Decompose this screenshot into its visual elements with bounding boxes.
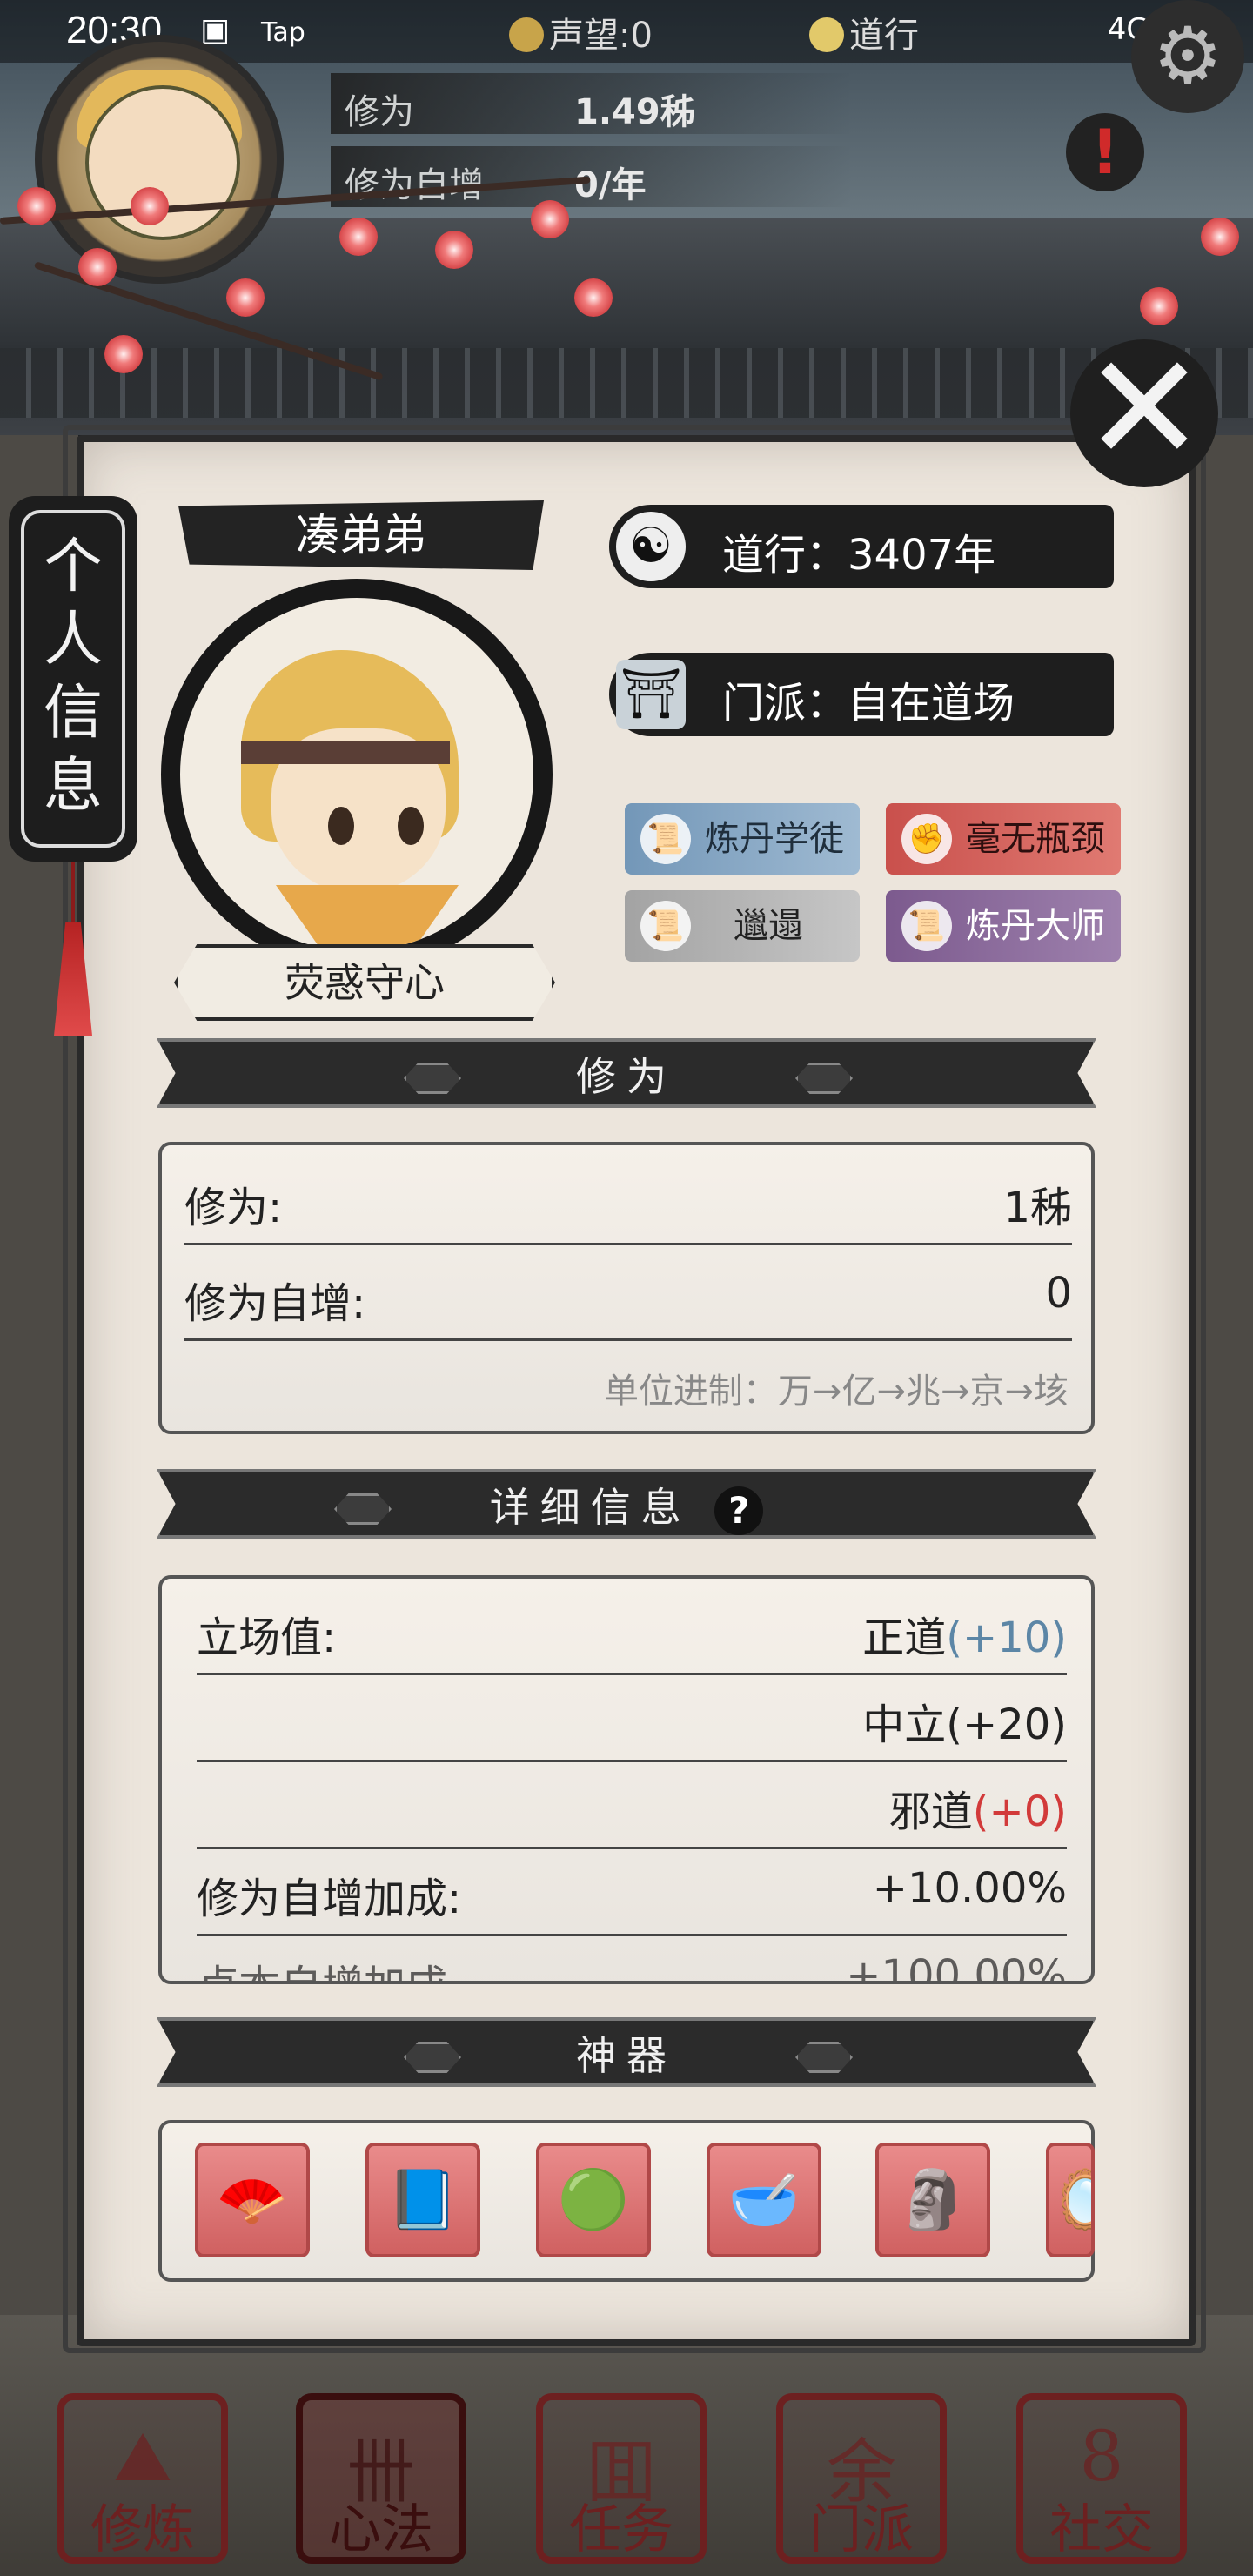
portrait-headband [241,741,450,764]
stance-row-evil: 邪道(+0) [197,1760,1067,1849]
cultivation-card: 修为: 1秭 修为自增: 0 单位进制：万→亿→兆→京→垓 [158,1142,1095,1434]
plum-blossom [226,278,265,317]
plum-blossom [17,187,56,225]
character-name: 凑弟弟 [178,500,544,570]
trait-tag[interactable]: 📜 邋遢 [625,890,860,962]
nav-tasks[interactable]: 囬 任务 [536,2393,707,2564]
stance-row-neutral: 中立(+20) [197,1673,1067,1762]
tap-icon: Tap [261,17,305,48]
mountain-icon: ⛰ [113,2416,172,2497]
stance-row-good: 立场值: 正道(+10) [197,1586,1067,1675]
ornament [795,1063,853,1094]
details-card[interactable]: 立场值: 正道(+10) 中立(+20) 邪道(+0) 修为自增加成: +10.… [158,1575,1095,1984]
portrait-eye [398,807,424,845]
mirror-icon[interactable]: 🟢 [536,2143,651,2257]
yin-yang-icon [809,17,844,52]
plum-blossom [531,200,569,238]
scroll-icon: 📜 [640,901,691,951]
nav-social[interactable]: 8 社交 [1016,2393,1187,2564]
tassel-cord [71,862,75,922]
character-portrait[interactable] [161,579,553,970]
coin-icon [509,17,544,52]
ornament [334,1493,392,1525]
hud-dao: 道行 [809,7,919,57]
scroll-icon: 📜 [640,814,691,864]
section-header-cultivation: 修为 [157,1038,1096,1108]
cutoff-row: 卢本自增加成 +100.00% [197,1951,1067,1984]
hud-avatar[interactable] [35,35,284,284]
trait-tag[interactable]: ✊ 毫无瓶颈 [886,803,1121,875]
nav-mind-method[interactable]: 卌 心法 [296,2393,466,2564]
character-motto: 荧惑守心 [174,944,555,1021]
mirror2-icon[interactable]: 🪞 [1046,2143,1095,2257]
hud-cultivation: 修为 1.49秭 [331,73,853,134]
nav-sect[interactable]: 余 门派 [776,2393,947,2564]
auto-gain-bonus-row: 修为自增加成: +10.00% [197,1847,1067,1936]
sect-pill[interactable]: ⛩ 门派：自在道场 [609,653,1114,736]
dao-pill: ☯ 道行：3407年 [609,505,1114,588]
plum-blossom [104,335,143,373]
ornament [795,2042,853,2073]
jade-icon[interactable]: 🗿 [875,2143,990,2257]
auto-gain-row: 修为自增: 0 [184,1251,1072,1341]
reputation-label: 声望:0 [509,7,653,57]
plum-blossom [574,278,613,317]
plum-blossom [1201,218,1239,256]
people-icon: 8 [1079,2416,1124,2497]
fan-icon[interactable]: 🪭 [195,2143,310,2257]
bowl-icon[interactable]: 🥣 [707,2143,821,2257]
cultivation-row: 修为: 1秭 [184,1156,1072,1245]
hud-auto-gain: 修为自增 0/年 [331,146,853,207]
ornament [404,1063,461,1094]
nav-cultivate[interactable]: ⛰ 修炼 [57,2393,228,2564]
tab-personal-info[interactable]: 个人信息 [9,496,137,862]
fist-icon: ✊ [901,814,952,864]
plum-blossom [78,248,117,286]
plum-blossom [131,187,169,225]
alert-icon[interactable]: ! [1066,113,1144,191]
help-icon[interactable]: ? [714,1486,764,1535]
scroll-icon: 📜 [901,901,952,951]
roof-tiles [0,348,1253,418]
ornament [404,2042,461,2073]
settings-gear-icon[interactable]: ⚙ [1131,0,1244,113]
trait-tag[interactable]: 📜 炼丹学徒 [625,803,860,875]
plum-blossom [435,231,473,269]
trait-tag[interactable]: 📜 炼丹大师 [886,890,1121,962]
tab-personal-info-label: 个人信息 [43,533,103,821]
section-header-details: 详细信息 ? [157,1469,1096,1539]
section-header-artifacts: 神器 [157,2017,1096,2087]
close-button[interactable]: ✕ [1070,335,1218,487]
temple-icon: ⛩ [616,660,686,729]
bottom-nav: ⛰ 修炼 卌 心法 囬 任务 余 门派 8 社交 [0,2367,1253,2576]
portrait-eye [328,807,354,845]
book-icon[interactable]: 📘 [365,2143,480,2257]
yin-yang-icon: ☯ [616,512,686,581]
plum-blossom [1140,287,1178,325]
plum-blossom [339,218,378,256]
unit-note: 单位进制：万→亿→兆→京→垓 [603,1372,1069,1412]
